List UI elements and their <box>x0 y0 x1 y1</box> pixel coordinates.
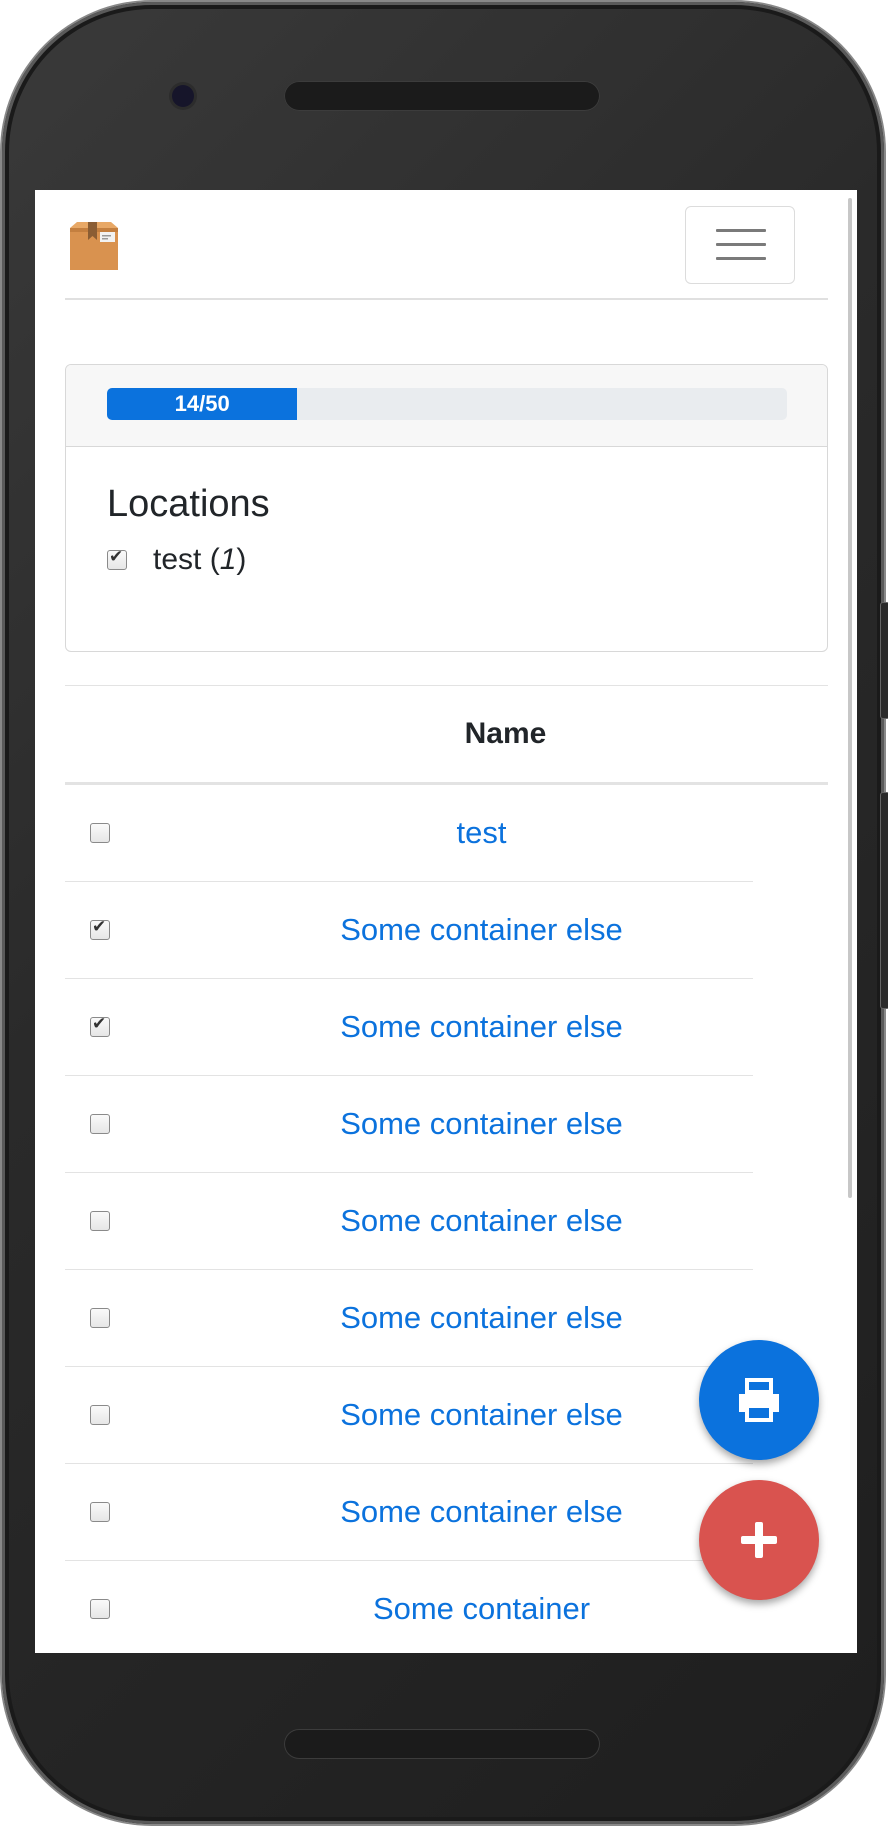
earpiece-speaker <box>284 81 600 111</box>
table-row: Some container else <box>65 1173 753 1270</box>
row-checkbox[interactable] <box>90 1599 110 1619</box>
table-row: Some container else <box>65 979 753 1076</box>
bottom-speaker <box>284 1729 600 1759</box>
row-checkbox[interactable] <box>90 823 110 843</box>
progress-card: 14/50 Locations test (1) <box>65 364 828 652</box>
menu-toggle-button[interactable] <box>685 206 795 284</box>
column-header-name[interactable]: Name <box>65 686 828 782</box>
location-name: test <box>153 543 202 576</box>
container-link[interactable]: Some container else <box>135 882 828 978</box>
location-count-close: ) <box>236 543 247 576</box>
table-row: Some container else <box>65 882 753 979</box>
progress-bar-fill: 14/50 <box>107 388 298 420</box>
progress-label: 14/50 <box>174 391 230 416</box>
container-link[interactable]: test <box>135 785 828 881</box>
page-scrollbar[interactable] <box>848 198 852 1198</box>
volume-button <box>880 602 888 719</box>
row-checkbox[interactable] <box>90 1211 110 1231</box>
locations-title: Locations <box>107 483 270 525</box>
location-filter-item[interactable]: test (1) <box>107 543 246 577</box>
row-checkbox[interactable] <box>90 1502 110 1522</box>
container-link[interactable]: Some container else <box>135 1173 828 1269</box>
add-container-button[interactable] <box>699 1480 819 1600</box>
phone-frame: 14/50 Locations test (1) Name test <box>2 2 888 1824</box>
location-checkbox[interactable] <box>107 547 127 570</box>
table-row: Some container else <box>65 1367 753 1464</box>
navbar <box>65 190 828 300</box>
table-row: Some container else <box>65 1464 753 1561</box>
location-count-open: ( <box>201 543 220 576</box>
row-checkbox[interactable] <box>90 1308 110 1328</box>
printer-icon <box>739 1378 779 1422</box>
container-link[interactable]: Some container else <box>135 1076 828 1172</box>
table-row: Some container else <box>65 1076 753 1173</box>
location-count: 1 <box>219 543 237 576</box>
table-header: Name <box>65 685 828 785</box>
front-camera <box>172 85 194 107</box>
print-button[interactable] <box>699 1340 819 1460</box>
table-row: Some container else <box>65 1270 753 1367</box>
row-checkbox[interactable] <box>90 1014 110 1037</box>
row-checkbox[interactable] <box>90 1114 110 1134</box>
row-checkbox[interactable] <box>90 1405 110 1425</box>
plus-icon <box>741 1522 777 1558</box>
row-checkbox[interactable] <box>90 917 110 940</box>
progress-bar-track: 14/50 <box>107 388 787 420</box>
power-button <box>880 792 888 1009</box>
package-box-icon[interactable] <box>67 220 121 272</box>
card-header: 14/50 <box>66 365 827 447</box>
table-row: Some container <box>65 1561 753 1653</box>
container-link[interactable]: Some container else <box>135 979 828 1075</box>
app-screen: 14/50 Locations test (1) Name test <box>35 190 857 1653</box>
table-row: test <box>65 785 753 882</box>
